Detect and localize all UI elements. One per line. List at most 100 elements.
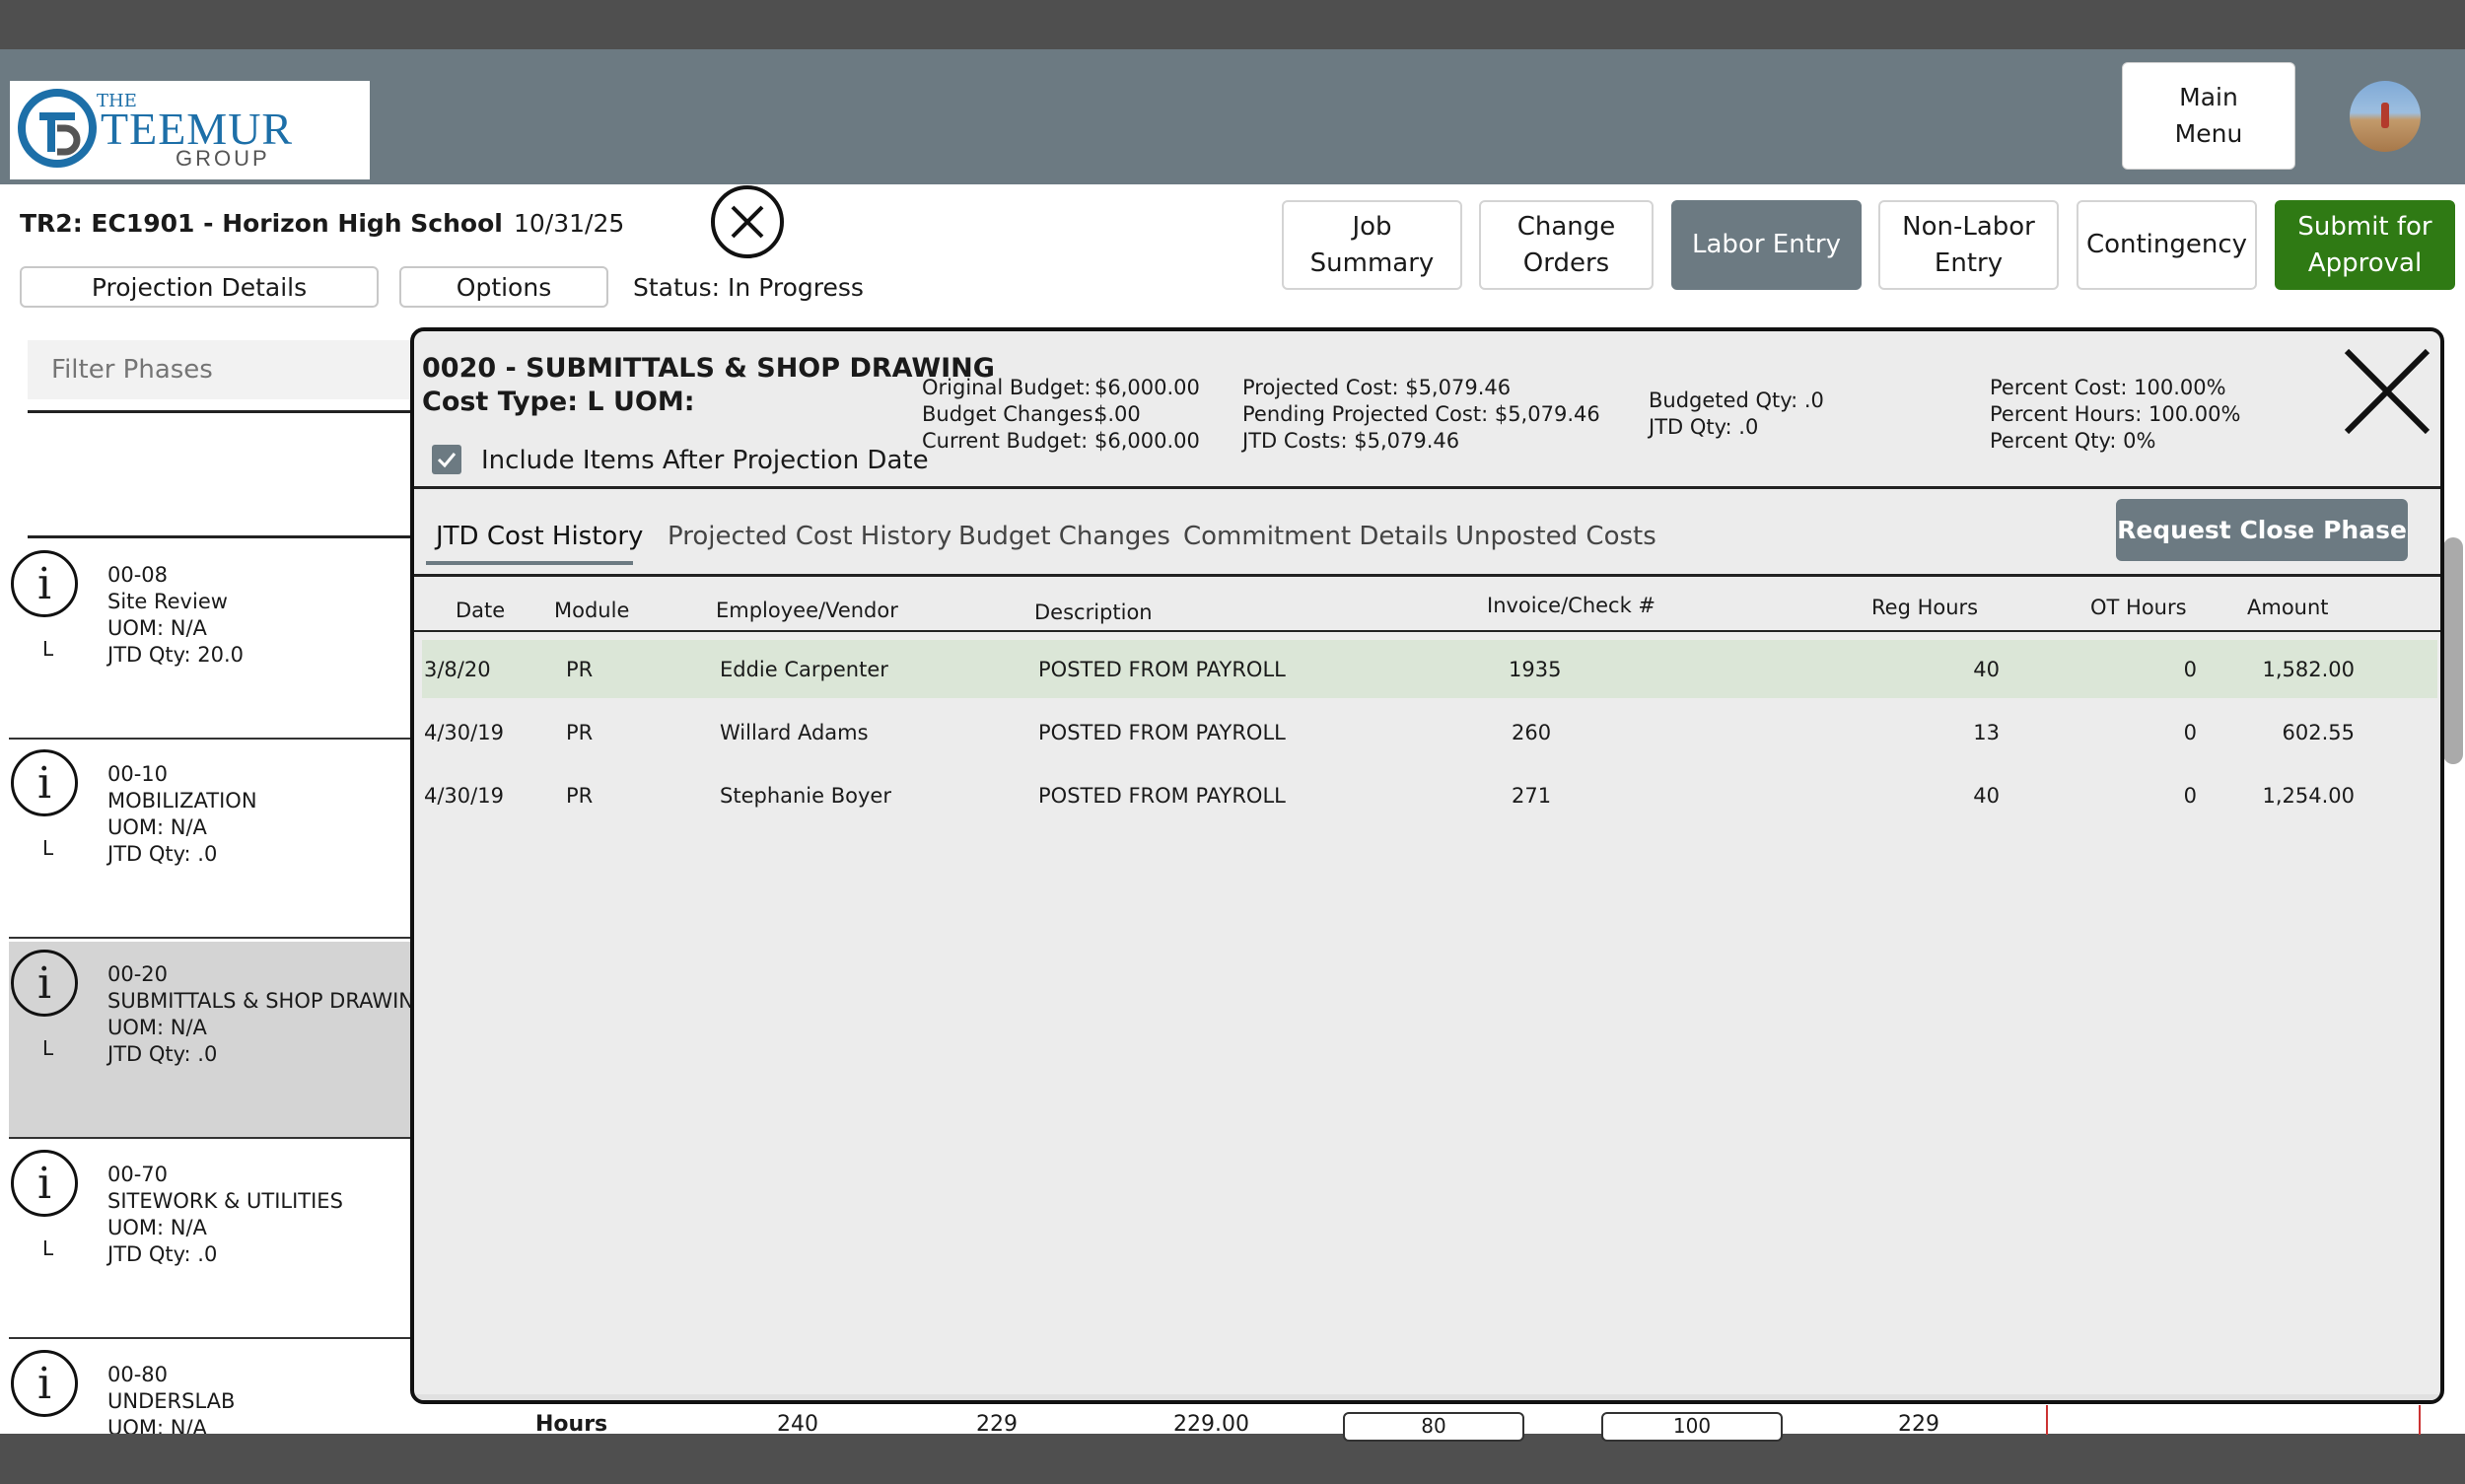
job-title: TR2: EC1901 - Horizon High School [20, 209, 503, 238]
cost-stats: Projected Cost: $5,079.46 Pending Projec… [1242, 375, 1600, 455]
original-budget-value: $6,000.00 [1094, 376, 1200, 399]
phase-details: 00-70 SITEWORK & UTILITIES UOM: N/A JTD … [107, 1162, 343, 1268]
hours-row-label: Hours [535, 1412, 608, 1437]
tab-jtd-cost-history[interactable]: JTD Cost History [436, 522, 643, 551]
original-budget-label: Original Budget: [922, 376, 1092, 399]
phase-cost-type: L [42, 637, 54, 661]
cell-reg-hours: 40 [1973, 784, 2000, 808]
close-icon[interactable] [2343, 347, 2431, 436]
phase-name: Site Review [107, 590, 228, 613]
projection-details-button[interactable]: Projection Details [20, 266, 379, 308]
phase-item[interactable]: i 00-80 UNDERSLAB UOM: N/A [9, 1342, 413, 1434]
phase-uom: UOM: N/A [107, 616, 207, 640]
phase-uom: UOM: N/A [107, 1416, 207, 1434]
cell-description: POSTED FROM PAYROLL [1038, 658, 1286, 681]
cell-date: 4/30/19 [424, 721, 504, 744]
tab-projected-cost-history[interactable]: Projected Cost History [668, 522, 951, 551]
window-top-strip [0, 0, 2465, 49]
pending-projected-cost: Pending Projected Cost: $5,079.46 [1242, 402, 1600, 426]
projection-date: 10/31/25 [514, 209, 625, 238]
table-row[interactable]: 3/8/20 PR Eddie Carpenter POSTED FROM PA… [422, 640, 2437, 698]
budget-changes-label: Budget Changes: [922, 402, 1100, 426]
modal-bottom-edge [414, 1394, 2440, 1400]
check-icon [437, 453, 457, 468]
cell-date: 4/30/19 [424, 784, 504, 808]
column-header-module: Module [554, 599, 630, 622]
cell-employee: Eddie Carpenter [720, 658, 888, 681]
cell-module: PR [566, 721, 594, 744]
phase-item[interactable]: i L 00-10 MOBILIZATION UOM: N/A JTD Qty:… [9, 742, 413, 939]
table-row[interactable]: 4/30/19 PR Willard Adams POSTED FROM PAY… [422, 703, 2437, 761]
jtd-costs: JTD Costs: $5,079.46 [1242, 429, 1460, 453]
column-header-reg-hours: Reg Hours [1871, 596, 1979, 619]
cell-invoice: 271 [1512, 784, 1552, 808]
cell-ot-hours: 0 [2183, 784, 2197, 808]
projected-cost: Projected Cost: $5,079.46 [1242, 376, 1512, 399]
percent-hours: Percent Hours: 100.00% [1990, 402, 2241, 426]
cell-reg-hours: 40 [1973, 658, 2000, 681]
user-avatar[interactable] [2350, 81, 2421, 152]
hours-value: 240 [777, 1412, 818, 1437]
logo-text-group: GROUP [176, 146, 270, 171]
phase-detail-modal: 0020 - SUBMITTALS & SHOP DRAWING Cost Ty… [410, 327, 2444, 1404]
status-text: Status: In Progress [633, 273, 864, 302]
include-items-label: Include Items After Projection Date [481, 446, 929, 475]
cell-reg-hours: 13 [1973, 721, 2000, 744]
phase-code: 00-80 [107, 1363, 169, 1386]
change-orders-button[interactable]: Change Orders [1479, 200, 1654, 290]
table-row[interactable]: 4/30/19 PR Stephanie Boyer POSTED FROM P… [422, 766, 2437, 824]
column-header-date: Date [456, 599, 506, 622]
phase-item[interactable]: i L 00-70 SITEWORK & UTILITIES UOM: N/A … [9, 1142, 413, 1339]
main-menu-button[interactable]: Main Menu [2122, 62, 2295, 170]
hours-value: 229.00 [1173, 1412, 1249, 1437]
phase-item[interactable]: i L 00-08 Site Review UOM: N/A JTD Qty: … [9, 542, 413, 740]
column-header-invoice: Invoice/Check # [1487, 594, 1656, 617]
phase-details: 00-20 SUBMITTALS & SHOP DRAWING UOM: N/A… [107, 961, 430, 1068]
budget-changes-value: $.00 [1094, 402, 1141, 426]
percent-cost: Percent Cost: 100.00% [1990, 376, 2226, 399]
filter-underline [28, 410, 422, 413]
budget-stats: Original Budget: $6,000.00 Budget Changes… [922, 375, 1200, 455]
logo-mark-icon [18, 89, 97, 168]
cell-ot-hours: 0 [2183, 658, 2197, 681]
phase-item-selected[interactable]: i L 00-20 SUBMITTALS & SHOP DRAWING UOM:… [9, 942, 430, 1139]
tab-commitment-details[interactable]: Commitment Details [1183, 522, 1448, 551]
cell-description: POSTED FROM PAYROLL [1038, 784, 1286, 808]
non-labor-entry-button[interactable]: Non-Labor Entry [1878, 200, 2059, 290]
phase-code: 00-10 [107, 762, 169, 786]
column-header-amount: Amount [2247, 596, 2329, 619]
cell-description: POSTED FROM PAYROLL [1038, 721, 1286, 744]
tab-budget-changes[interactable]: Budget Changes [958, 522, 1170, 551]
circle-close-icon[interactable] [711, 185, 784, 258]
submit-for-approval-button[interactable]: Submit for Approval [2275, 200, 2455, 290]
info-icon[interactable]: i [11, 1150, 78, 1217]
column-header-employee: Employee/Vendor [716, 599, 898, 622]
phase-details: 00-80 UNDERSLAB UOM: N/A [107, 1362, 235, 1434]
contingency-button[interactable]: Contingency [2077, 200, 2257, 290]
percent-stats: Percent Cost: 100.00% Percent Hours: 100… [1990, 375, 2240, 455]
info-icon[interactable]: i [11, 550, 78, 617]
phase-details: 00-08 Site Review UOM: N/A JTD Qty: 20.0 [107, 562, 244, 669]
job-summary-button[interactable]: Job Summary [1282, 200, 1462, 290]
info-icon[interactable]: i [11, 950, 78, 1017]
info-icon[interactable]: i [11, 749, 78, 816]
request-close-phase-button[interactable]: Request Close Phase [2116, 499, 2408, 561]
cell-date: 3/8/20 [424, 658, 491, 681]
hours-input[interactable]: 80 [1343, 1412, 1524, 1442]
hours-input[interactable]: 100 [1601, 1412, 1783, 1442]
filter-phases-input[interactable] [28, 340, 422, 399]
phase-name: SITEWORK & UTILITIES [107, 1189, 343, 1213]
labor-entry-button[interactable]: Labor Entry [1671, 200, 1862, 290]
tab-unposted-costs[interactable]: Unposted Costs [1455, 522, 1656, 551]
options-button[interactable]: Options [399, 266, 608, 308]
column-header-description: Description [1034, 601, 1153, 624]
vertical-scrollbar[interactable] [2443, 537, 2463, 764]
include-items-checkbox[interactable] [432, 445, 461, 474]
table-header-divider [414, 630, 2440, 632]
phase-code: 00-20 [107, 962, 169, 986]
active-tab-indicator [426, 561, 633, 565]
info-icon[interactable]: i [11, 1350, 78, 1417]
cell-employee: Stephanie Boyer [720, 784, 891, 808]
cell-employee: Willard Adams [720, 721, 869, 744]
cell-amount: 1,254.00 [2262, 784, 2355, 808]
